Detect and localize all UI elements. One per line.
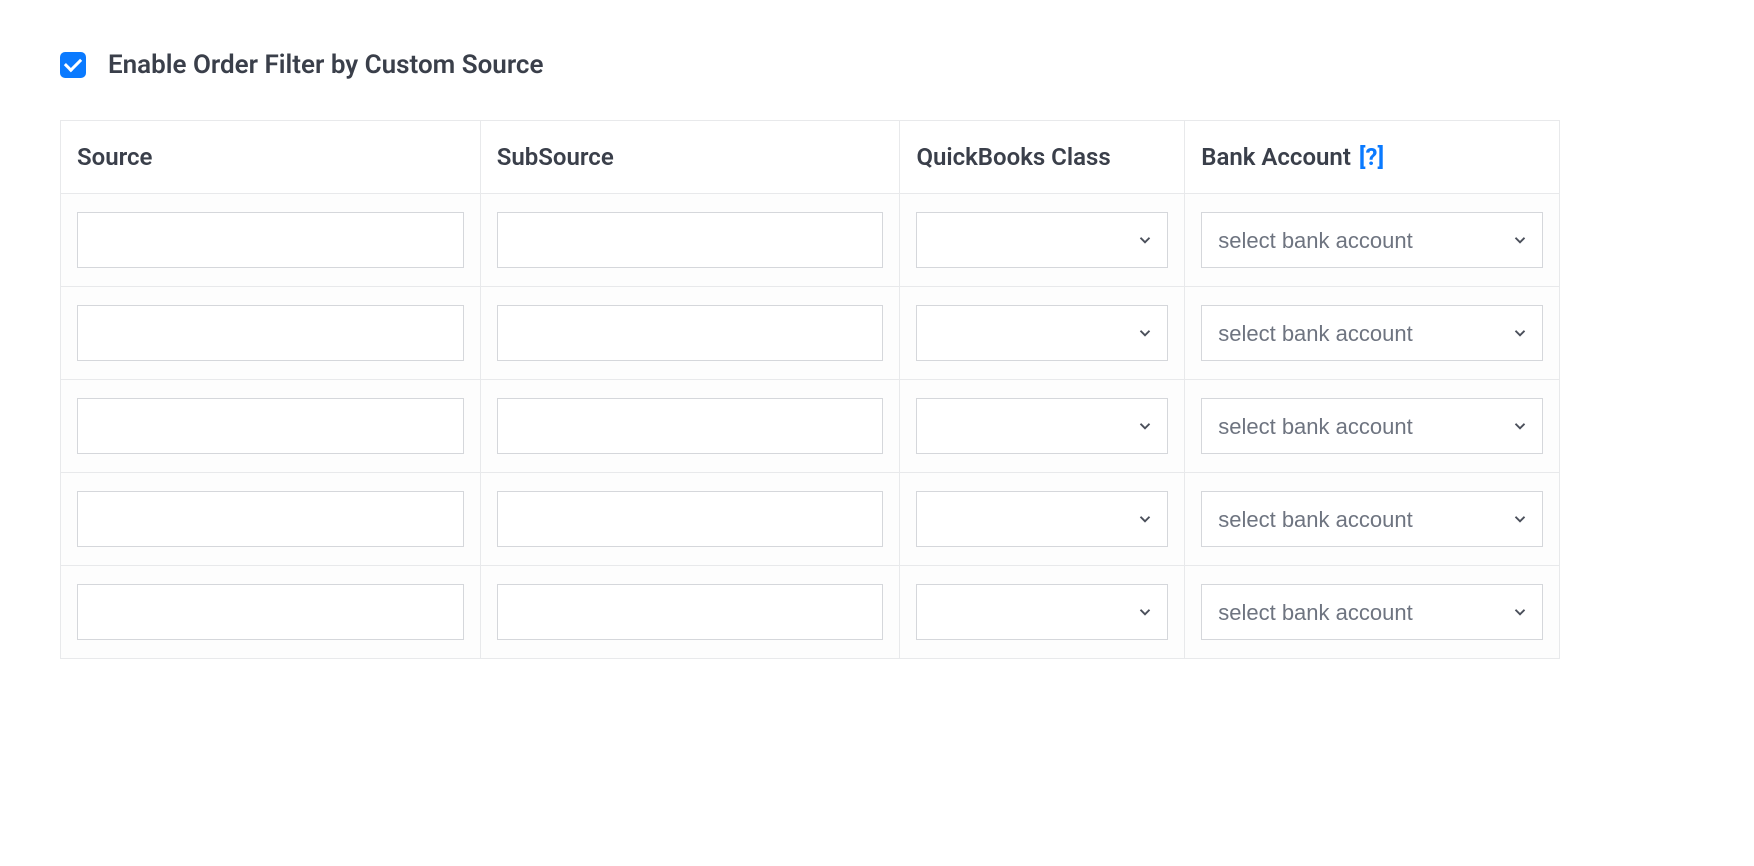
source-input[interactable] xyxy=(77,491,464,547)
table-row: select bank account xyxy=(61,380,1560,473)
filter-table: Source SubSource QuickBooks Class Bank A… xyxy=(60,120,1560,659)
subsource-input[interactable] xyxy=(497,212,884,268)
subsource-input[interactable] xyxy=(497,491,884,547)
qbclass-select[interactable] xyxy=(916,398,1168,454)
header-source: Source xyxy=(61,121,481,194)
table-row: select bank account xyxy=(61,194,1560,287)
enable-filter-checkbox[interactable] xyxy=(60,52,86,78)
subsource-input[interactable] xyxy=(497,398,884,454)
table-row: select bank account xyxy=(61,566,1560,659)
qbclass-select[interactable] xyxy=(916,212,1168,268)
table-row: select bank account xyxy=(61,287,1560,380)
bank-account-select[interactable]: select bank account xyxy=(1201,398,1543,454)
source-input[interactable] xyxy=(77,584,464,640)
bank-help-link[interactable]: [?] xyxy=(1359,143,1384,171)
bank-account-select[interactable]: select bank account xyxy=(1201,305,1543,361)
bank-account-select[interactable]: select bank account xyxy=(1201,584,1543,640)
bank-account-select[interactable]: select bank account xyxy=(1201,212,1543,268)
enable-filter-row: Enable Order Filter by Custom Source xyxy=(60,50,1694,80)
header-bank: Bank Account [?] xyxy=(1185,121,1560,194)
qbclass-select[interactable] xyxy=(916,491,1168,547)
source-input[interactable] xyxy=(77,212,464,268)
bank-account-select[interactable]: select bank account xyxy=(1201,491,1543,547)
table-row: select bank account xyxy=(61,473,1560,566)
qbclass-select[interactable] xyxy=(916,305,1168,361)
header-bank-label: Bank Account xyxy=(1201,143,1351,171)
subsource-input[interactable] xyxy=(497,584,884,640)
source-input[interactable] xyxy=(77,305,464,361)
qbclass-select[interactable] xyxy=(916,584,1168,640)
source-input[interactable] xyxy=(77,398,464,454)
subsource-input[interactable] xyxy=(497,305,884,361)
header-qbclass: QuickBooks Class xyxy=(900,121,1185,194)
enable-filter-label: Enable Order Filter by Custom Source xyxy=(108,50,544,80)
header-subsource: SubSource xyxy=(480,121,900,194)
